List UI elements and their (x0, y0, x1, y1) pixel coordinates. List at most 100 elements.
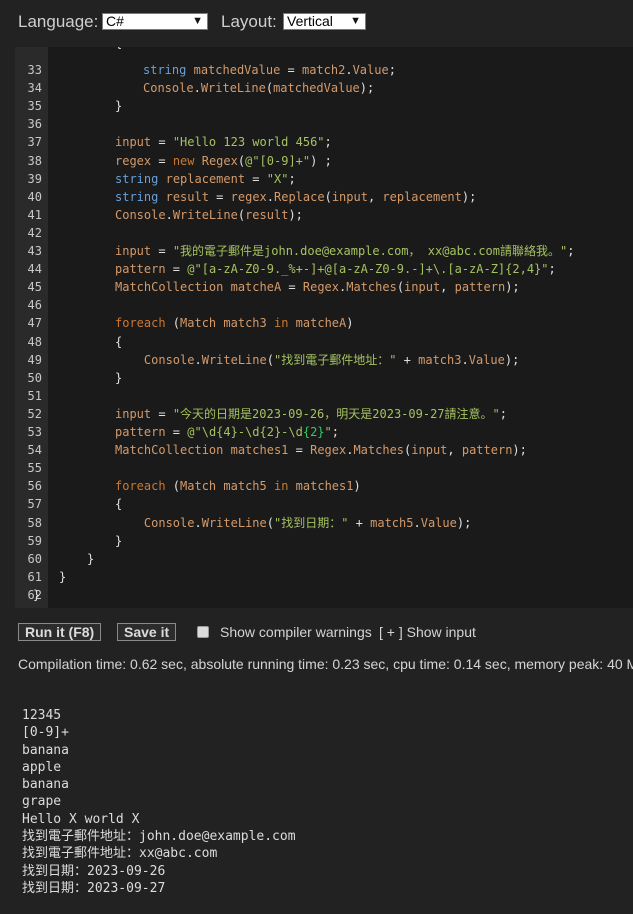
code-token: match5 (223, 479, 267, 494)
code-editor[interactable]: 32{33string matchedValue = match2.Value;… (15, 47, 633, 608)
output-line: 找到日期：2023-09-27 (22, 880, 166, 896)
save-button[interactable]: Save it (117, 623, 177, 641)
code-token: Regex (310, 443, 347, 458)
code-token: Match (180, 316, 217, 331)
compiler-warnings-label: Show compiler warnings (220, 624, 372, 640)
code-line: 48 { (15, 333, 633, 351)
code-line-text: input = "今天的日期是2023-09-26，明天是2023-09-27請… (115, 405, 507, 423)
output-line: apple (22, 759, 62, 775)
code-line: 59} (15, 532, 633, 550)
code-token: pattern (454, 280, 506, 295)
code-token: . (345, 63, 353, 77)
code-token: Value (468, 352, 505, 367)
code-token: Console (115, 207, 166, 222)
code-token: ( (324, 189, 332, 204)
code-token: ( (237, 153, 246, 168)
layout-select[interactable]: Vertical ▼ (283, 13, 366, 30)
code-token: } (115, 533, 123, 548)
code-token: MatchCollection (115, 443, 224, 458)
code-line-text: { (115, 47, 122, 52)
line-number: 33 (27, 63, 42, 77)
code-line-text: { (115, 495, 122, 513)
code-token: matchedValue (193, 63, 281, 77)
line-number: 58 (27, 515, 42, 530)
code-token: MatchCollection (115, 280, 224, 295)
code-line: 53 pattern = @"\d{4}-\d{2}-\d{2}"; (15, 423, 633, 441)
code-token: . (193, 81, 201, 96)
line-number: 52 (27, 406, 42, 421)
code-line: 34 Console.WriteLine(matchedValue); (15, 79, 633, 97)
line-number: 53 (27, 425, 42, 439)
code-token: ; (567, 244, 575, 258)
line-number: 50 (27, 370, 42, 385)
code-token: + (348, 515, 371, 530)
code-token: Replace (274, 189, 325, 204)
code-line-text: Console.WriteLine(result); (115, 206, 303, 224)
compiler-warnings-checkbox[interactable] (197, 626, 209, 638)
code-token: Regex (302, 280, 339, 295)
code-token: . (194, 352, 202, 367)
code-line-text: { (115, 333, 122, 351)
line-number: 42 (27, 225, 42, 240)
code-token: ( (265, 81, 274, 96)
code-token: pattern (115, 262, 166, 277)
line-number: 46 (27, 298, 42, 313)
code-token: . (266, 189, 274, 204)
code-token: = (165, 425, 188, 439)
code-token: + (396, 352, 419, 367)
output-line: [0-9]+ (22, 725, 69, 741)
code-line: 62} (15, 586, 633, 604)
code-line-text: MatchCollection matches1 = Regex.Matches… (115, 441, 527, 459)
code-line-text: string replacement = "X"; (115, 170, 296, 188)
code-line-text: MatchCollection matcheA = Regex.Matches(… (115, 278, 520, 296)
line-number: 55 (27, 461, 42, 476)
code-line: 57 { (15, 495, 633, 513)
line-number: 47 (27, 316, 42, 331)
code-token: . (461, 352, 469, 367)
code-token: match3 (223, 316, 267, 331)
code-token: = (151, 135, 173, 150)
output-line: banana (22, 777, 69, 793)
code-token: = (208, 189, 231, 204)
code-token: input (115, 406, 152, 421)
line-number: 61 (27, 569, 42, 584)
line-number: 57 (27, 497, 42, 512)
code-line: 37 input = "Hello 123 world 456"; (15, 133, 633, 151)
code-line: 36 (15, 115, 633, 133)
code-token: @"[0-9]+" (245, 153, 311, 168)
code-token: foreach (115, 479, 166, 494)
code-token: Matches (353, 443, 405, 458)
code-line-text: } (33, 586, 40, 604)
code-token: WriteLine (201, 515, 267, 530)
code-token: match5 (370, 515, 414, 530)
code-line-text: Console.WriteLine(matchedValue); (143, 79, 374, 97)
code-token: pattern (115, 425, 166, 439)
code-token: replacement (165, 171, 246, 186)
code-token: , (440, 280, 455, 295)
code-token: } (115, 99, 123, 114)
show-input-toggle[interactable]: [ + ] Show input (379, 624, 476, 640)
line-number: 45 (27, 280, 42, 295)
language-select[interactable]: C# ▼ (102, 13, 208, 30)
code-token: ( (396, 280, 405, 295)
line-number: 41 (27, 207, 42, 222)
code-token: ( (237, 207, 246, 222)
code-line: 58 Console.WriteLine("找到日期：" + match5.Va… (15, 514, 633, 532)
code-line: 44 pattern = @"[a-zA-Z0-9._%+-]+@[a-zA-Z0… (15, 260, 633, 278)
code-line: 33 string matchedValue = match2.Value; (15, 61, 633, 79)
code-token: matchedValue (273, 81, 360, 96)
line-number: 35 (27, 99, 42, 114)
code-token: Console (143, 352, 195, 367)
line-number: 44 (27, 262, 42, 277)
code-token: { (115, 334, 123, 349)
run-controls: Run it (F8) Save it Show compiler warnin… (18, 623, 633, 643)
line-number: 60 (27, 551, 42, 566)
code-token: } (33, 587, 41, 602)
code-token: string (115, 189, 159, 204)
run-button[interactable]: Run it (F8) (18, 623, 102, 641)
code-line: 43 input = "我的電子郵件是john.doe@example.com， … (15, 242, 633, 260)
